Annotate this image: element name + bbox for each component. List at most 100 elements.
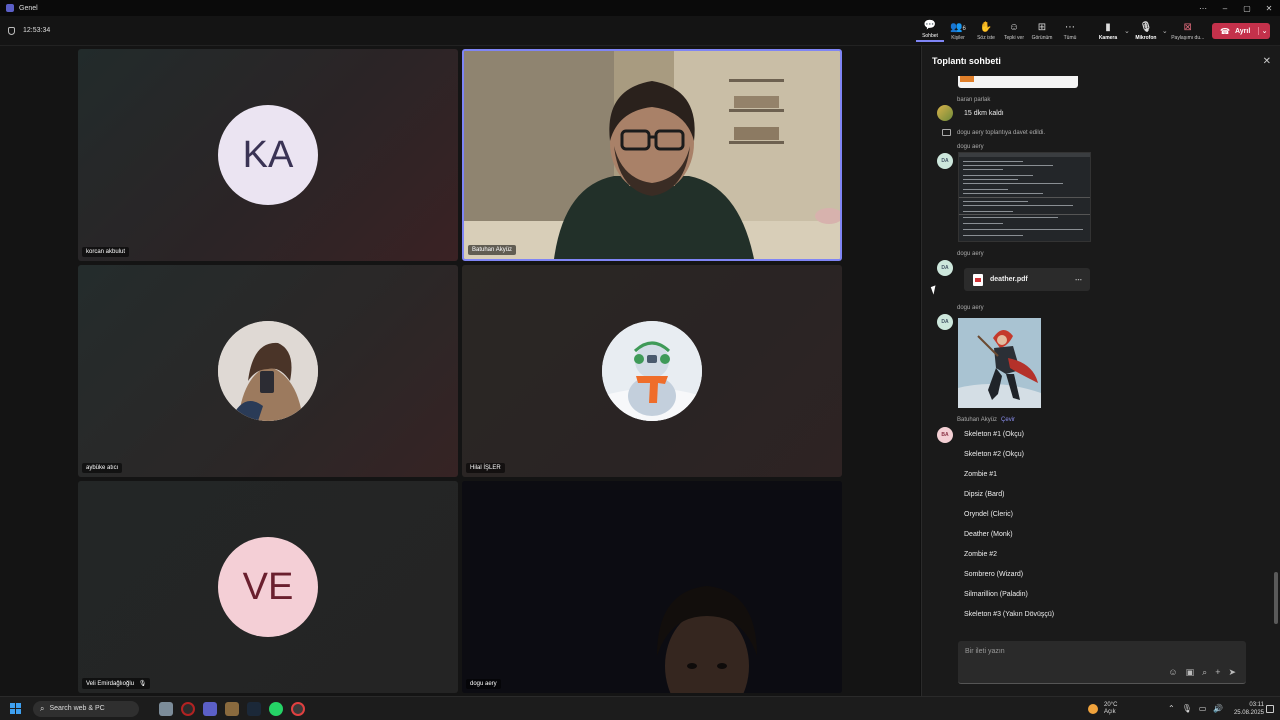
gif-icon[interactable]: ▣ — [1186, 667, 1195, 678]
meeting-timer: 12:53:34 — [8, 26, 50, 35]
message-sender-row: Batuhan Akyüz Çevir — [957, 417, 1015, 423]
react-label: Tepki ver — [1003, 34, 1024, 41]
chat-icon: 💬 — [923, 20, 937, 31]
translate-link[interactable]: Çevir — [1001, 417, 1015, 423]
search-text: Search web & PC — [49, 705, 105, 712]
previous-image-card[interactable] — [958, 76, 1078, 88]
raise-hand-button[interactable]: ✋ Söz iste — [972, 22, 1000, 41]
chevron-up-icon[interactable]: ⌃ — [1168, 704, 1175, 713]
send-icon[interactable]: ➤ — [1228, 667, 1236, 678]
smiley-icon: ☺ — [1008, 21, 1020, 33]
react-button[interactable]: ☺ Tepki ver — [1000, 22, 1028, 41]
close-window-button[interactable]: ✕ — [1258, 4, 1280, 13]
leave-button[interactable]: ☎ Ayrıl ⌄ — [1212, 23, 1270, 39]
list-item: Sombrero (Wizard) — [964, 571, 1024, 578]
participant-tile-batuhan[interactable]: Batuhan Akyüz — [462, 49, 842, 261]
whatsapp-icon[interactable] — [269, 701, 283, 716]
people-icon: 👥6 — [950, 21, 966, 33]
clock-time: 03:11 — [1249, 702, 1264, 708]
teams-taskbar-icon[interactable] — [203, 701, 217, 716]
stop-sharing-button[interactable]: ⊠ Paylaşımı du... — [1170, 22, 1206, 41]
leave-options-chevron-icon[interactable]: ⌄ — [1258, 27, 1270, 35]
temperature: 20°C — [1104, 702, 1118, 708]
windows-start-icon[interactable] — [10, 703, 21, 714]
notification-icon[interactable] — [1266, 705, 1274, 713]
participant-tile-hilal[interactable]: Hilal İŞLER — [462, 265, 842, 477]
opera-icon[interactable] — [181, 701, 195, 716]
taskbar-search[interactable]: ⌕ Search web & PC — [33, 700, 139, 717]
list-item: Deather (Monk) — [964, 531, 1013, 538]
chat-button-label: Sohbet — [922, 33, 938, 39]
plus-icon[interactable]: + — [1215, 667, 1220, 678]
list-item: Zombie #1 — [964, 471, 998, 478]
network-icon[interactable]: ▭ — [1199, 704, 1207, 713]
chat-button[interactable]: 💬 Sohbet — [916, 20, 944, 42]
steam-icon[interactable] — [247, 701, 261, 716]
system-message: dogu aery toplantıya davet edildi. — [942, 129, 1045, 136]
mic-muted-icon: 🎙 — [138, 681, 147, 687]
file-more-options-icon[interactable]: ⋯ — [1075, 276, 1082, 284]
view-button[interactable]: ⊞ Görünüm — [1028, 22, 1056, 41]
system-tray: 20°C Açık ⌃ 🎙 ▭ 🔊 03:11 25.08.2025 — [1088, 697, 1274, 720]
weather-widget[interactable]: 20°C Açık — [1088, 702, 1117, 716]
participant-photo-avatar — [218, 321, 318, 421]
title-bar: Genel ⋯ – ▢ ✕ — [0, 0, 1280, 16]
mic-options-chevron-icon[interactable]: ⌄ — [1162, 27, 1168, 35]
dogu-video-feed — [462, 481, 842, 693]
more-label: Tümü — [1063, 34, 1077, 41]
minecraft-icon[interactable] — [225, 701, 239, 716]
mic-button[interactable]: 🎙 Mikrofon — [1132, 22, 1160, 41]
participant-tile-veli[interactable]: VE Veli Emirdağlıoğlu 🎙 — [78, 481, 458, 693]
leave-label: Ayrıl — [1234, 27, 1251, 35]
task-view-icon[interactable] — [159, 701, 173, 716]
participant-tile-aybuke[interactable]: aybüke atıcı — [78, 265, 458, 477]
camera-options-chevron-icon[interactable]: ⌄ — [1124, 27, 1130, 35]
minimize-button[interactable]: – — [1214, 4, 1236, 13]
list-item: Skeleton #3 (Yakın Dövüşçü) — [964, 611, 1055, 618]
list-item: Oryndel (Cleric) — [964, 511, 1014, 518]
camera-button[interactable]: ▮ Kamera — [1094, 22, 1122, 41]
dogu-avatar: DA — [937, 153, 953, 169]
more-options-button[interactable]: ⋯ — [1192, 4, 1214, 13]
message-sender: dogu aery — [957, 144, 984, 150]
file-attachment-card[interactable]: deather.pdf ⋯ — [964, 268, 1090, 291]
window-title: Genel — [19, 4, 38, 12]
volume-icon[interactable]: 🔊 — [1213, 704, 1223, 713]
participant-snowman-avatar — [602, 321, 702, 421]
shared-screenshot-image[interactable] — [958, 152, 1091, 242]
chat-header: Toplantı sohbeti ✕ — [922, 46, 1280, 76]
people-button[interactable]: 👥6 Kişiler — [944, 22, 972, 41]
share-label: Paylaşımı du... — [1171, 34, 1205, 41]
chat-scrollbar[interactable] — [1274, 572, 1278, 624]
maximize-button[interactable]: ▢ — [1236, 4, 1258, 13]
snowman-icon — [602, 321, 702, 421]
participant-name: Batuhan Akyüz — [468, 245, 517, 255]
participant-name: dogu aery — [466, 679, 501, 689]
shared-artwork-image[interactable] — [958, 318, 1041, 408]
chat-messages[interactable]: baran parlak 15 dkm kaldı dogu aery topl… — [922, 76, 1272, 636]
batuhan-avatar: BA — [937, 427, 953, 443]
close-chat-icon[interactable]: ✕ — [1263, 56, 1271, 67]
compose-placeholder: Bir ileti yazın — [965, 648, 1005, 655]
more-button[interactable]: ⋯ Tümü — [1056, 22, 1084, 41]
baran-avatar — [937, 105, 953, 121]
raise-hand-label: Söz iste — [977, 34, 995, 41]
attach-icon[interactable]: ⌕ — [1202, 667, 1207, 678]
participant-name: Veli Emirdağlıoğlu — [86, 681, 135, 687]
mic-tray-icon[interactable]: 🎙 — [1182, 704, 1192, 713]
app-icon[interactable] — [291, 701, 305, 716]
message-sender: baran parlak — [957, 97, 991, 103]
stop-share-icon: ⊠ — [1183, 21, 1192, 33]
chat-title: Toplantı sohbeti — [932, 56, 1001, 66]
list-item: Skeleton #1 (Okçu) — [964, 431, 1024, 438]
participant-avatar: VE — [218, 537, 318, 637]
participant-name-with-mute: Veli Emirdağlıoğlu 🎙 — [82, 678, 151, 689]
participant-tile-korcan[interactable]: KA korcan akbulut — [78, 49, 458, 261]
dogu-avatar: DA — [937, 314, 953, 330]
list-item: Zombie #2 — [964, 551, 998, 558]
taskbar-clock[interactable]: 03:11 25.08.2025 — [1230, 701, 1264, 717]
participant-tile-dogu[interactable]: dogu aery — [462, 481, 842, 693]
compose-box[interactable]: Bir ileti yazın ☺ ▣ ⌕ + ➤ — [958, 641, 1246, 684]
emoji-icon[interactable]: ☺ — [1168, 667, 1177, 678]
document-screenshot-icon — [959, 153, 1090, 241]
